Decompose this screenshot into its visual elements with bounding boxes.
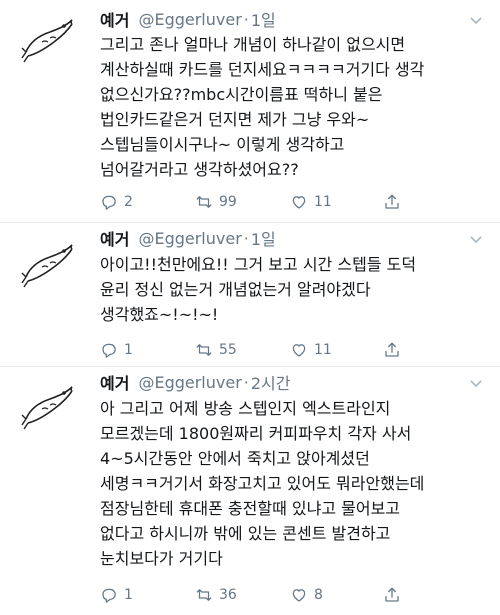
separator: · bbox=[243, 372, 249, 392]
tweet-text: 아 그리고 어제 방송 스텝인지 엑스트라인지 모르겠는데 1800원짜리 커피… bbox=[100, 396, 490, 571]
retweet-count: 36 bbox=[219, 587, 237, 603]
tweet-text-line: 법인카드같은거 던지면 제가 그냥 우와~ bbox=[100, 110, 370, 129]
share-icon bbox=[385, 342, 399, 357]
reply-icon bbox=[102, 588, 116, 603]
reply-count: 1 bbox=[124, 587, 133, 603]
reply-button[interactable]: 1 bbox=[100, 341, 195, 359]
handle[interactable]: @Eggerluver bbox=[138, 229, 241, 248]
tweet-text-line: 아이고!!천만에요!! 그거 보고 시간 스텝들 도덕 bbox=[100, 255, 417, 274]
tweet-text: 그리고 존나 얼마나 개념이 하나같이 없으시면 계산하실때 카드를 던지세요ㅋ… bbox=[100, 32, 490, 182]
tweet-actions: 2 99 11 bbox=[100, 192, 430, 212]
avatar[interactable] bbox=[20, 12, 76, 68]
handle[interactable]: @Eggerluver bbox=[138, 373, 241, 392]
tweet-header: 예거 @Eggerluver · 1일 bbox=[100, 226, 276, 250]
tweet-text-line: 4~5시간동안 안에서 죽치고 앉아계셨던 bbox=[100, 449, 370, 468]
display-name[interactable]: 예거 bbox=[100, 226, 129, 250]
tweet-text-line: 윤리 정신 없는거 개념없는거 알려야겠다 bbox=[100, 280, 371, 299]
retweet-button[interactable]: 55 bbox=[195, 341, 290, 359]
heart-icon bbox=[292, 196, 306, 209]
avatar[interactable] bbox=[20, 237, 76, 293]
retweet-count: 99 bbox=[219, 194, 237, 210]
chevron-down-icon[interactable] bbox=[468, 231, 484, 247]
display-name[interactable]: 예거 bbox=[100, 370, 129, 394]
timestamp[interactable]: 1일 bbox=[251, 226, 276, 250]
tweet-text-line: 생각했죠~!~!~! bbox=[100, 305, 219, 324]
like-count: 8 bbox=[314, 587, 323, 603]
tweet-1[interactable]: 예거 @Eggerluver · 1일 그리고 존나 얼마나 개념이 하나같이 … bbox=[0, 0, 500, 222]
share-button[interactable] bbox=[383, 341, 403, 359]
separator: · bbox=[243, 228, 249, 248]
timestamp[interactable]: 1일 bbox=[251, 7, 276, 31]
tweet-text-line: 세명ㅋㅋ거기서 화장고치고 있어도 뭐라안했는데 bbox=[100, 474, 425, 493]
like-count: 11 bbox=[314, 342, 332, 358]
avatar[interactable] bbox=[20, 379, 76, 435]
chevron-down-icon[interactable] bbox=[468, 375, 484, 391]
tweet-text-line: 그리고 존나 얼마나 개념이 하나같이 없으시면 bbox=[100, 35, 406, 54]
tweet-header: 예거 @Eggerluver · 2시간 bbox=[100, 370, 291, 394]
tweet-2[interactable]: 예거 @Eggerluver · 1일 아이고!!천만에요!! 그거 보고 시간… bbox=[0, 223, 500, 366]
reply-count: 1 bbox=[124, 342, 133, 358]
reply-count: 2 bbox=[124, 194, 133, 210]
fish-drawing-avatar-icon bbox=[21, 244, 73, 288]
retweet-button[interactable]: 36 bbox=[195, 586, 290, 604]
retweet-icon bbox=[196, 196, 212, 208]
tweet-text-line: 없다고 하시니까 밖에 있는 콘센트 발견하고 bbox=[100, 524, 391, 543]
tweet-text-line: 모르겠는데 1800원짜리 커피파우치 각자 사서 bbox=[100, 424, 412, 443]
tweet-text: 아이고!!천만에요!! 그거 보고 시간 스텝들 도덕 윤리 정신 없는거 개념… bbox=[100, 252, 490, 327]
tweet-text-line: 스텝님들이시구나~ 이렇게 생각하고 bbox=[100, 135, 345, 154]
tweet-header: 예거 @Eggerluver · 1일 bbox=[100, 7, 276, 31]
share-icon bbox=[385, 194, 399, 209]
tweet-text-line: 없으신가요??mbc시간이름표 떡하니 붙은 bbox=[100, 85, 383, 104]
timestamp[interactable]: 2시간 bbox=[251, 370, 291, 394]
retweet-icon bbox=[196, 344, 212, 356]
chevron-down-icon[interactable] bbox=[468, 12, 484, 28]
like-button[interactable]: 8 bbox=[290, 586, 385, 604]
retweet-icon bbox=[196, 589, 212, 601]
like-button[interactable]: 11 bbox=[290, 193, 385, 211]
heart-icon bbox=[292, 344, 306, 357]
fish-drawing-avatar-icon bbox=[21, 19, 73, 63]
tweet-text-line: 넘어갈거라고 생각하셨어요?? bbox=[100, 160, 299, 179]
tweet-text-line: 점장님한테 휴대폰 충전할때 있냐고 물어보고 bbox=[100, 499, 401, 518]
tweet-actions: 1 55 11 bbox=[100, 340, 430, 360]
heart-icon bbox=[292, 589, 306, 602]
reply-icon bbox=[102, 195, 116, 210]
share-icon bbox=[385, 587, 399, 602]
reply-button[interactable]: 1 bbox=[100, 586, 195, 604]
retweet-count: 55 bbox=[219, 342, 237, 358]
separator: · bbox=[243, 9, 249, 29]
display-name[interactable]: 예거 bbox=[100, 7, 129, 31]
share-button[interactable] bbox=[383, 586, 403, 604]
tweet-actions: 1 36 8 bbox=[100, 585, 430, 605]
like-count: 11 bbox=[314, 194, 332, 210]
fish-drawing-avatar-icon bbox=[21, 386, 73, 430]
reply-button[interactable]: 2 bbox=[100, 193, 195, 211]
share-button[interactable] bbox=[383, 193, 403, 211]
tweet-3[interactable]: 예거 @Eggerluver · 2시간 아 그리고 어제 방송 스텝인지 엑스… bbox=[0, 367, 500, 615]
tweet-text-line: 눈치보다가 거기다 bbox=[100, 549, 223, 568]
reply-icon bbox=[102, 343, 116, 358]
like-button[interactable]: 11 bbox=[290, 341, 385, 359]
tweet-text-line: 아 그리고 어제 방송 스텝인지 엑스트라인지 bbox=[100, 399, 391, 418]
retweet-button[interactable]: 99 bbox=[195, 193, 290, 211]
tweet-text-line: 계산하실때 카드를 던지세요ㅋㅋㅋㅋ거기다 생각 bbox=[100, 60, 425, 79]
handle[interactable]: @Eggerluver bbox=[138, 10, 241, 29]
